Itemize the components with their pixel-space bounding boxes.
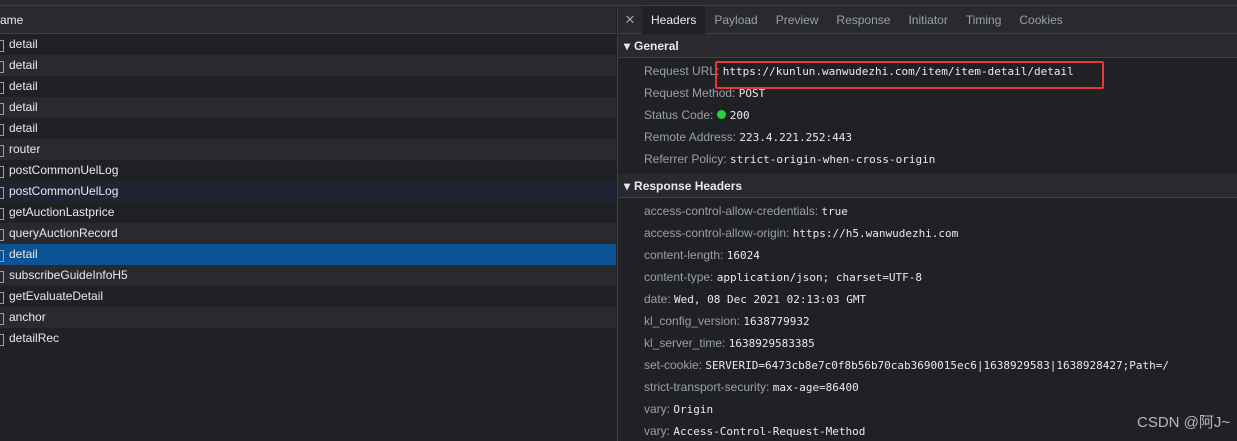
header-row: strict-transport-security: max-age=86400 [618,376,1237,398]
request-row[interactable]: anchor [0,307,616,328]
header-key: Referrer Policy: [644,152,727,166]
request-row[interactable]: detailRec [0,328,616,349]
request-row[interactable]: detail [0,76,616,97]
header-row: content-type: application/json; charset=… [618,266,1237,288]
header-key: date: [644,292,671,306]
header-value: 1638929583385 [728,337,815,350]
header-key: kl_server_time: [644,336,726,350]
header-key: content-type: [644,270,714,284]
request-row[interactable]: detail [0,55,616,76]
header-value: max-age=86400 [772,381,859,394]
header-key: set-cookie: [644,358,703,372]
header-row: content-length: 16024 [618,244,1237,266]
tab-timing[interactable]: Timing [957,6,1011,34]
request-row[interactable]: detail [0,34,616,55]
triangle-down-icon: ▾ [624,38,631,53]
request-row[interactable]: getAuctionLastprice [0,202,616,223]
tab-response[interactable]: Response [827,6,899,34]
header-key: content-length: [644,248,724,262]
tab-headers[interactable]: Headers [642,6,706,34]
response-headers-section-header[interactable]: ▾ Response Headers [618,174,1237,198]
header-row: date: Wed, 08 Dec 2021 02:13:03 GMT [618,288,1237,310]
watermark: CSDN @阿J~ [1137,414,1231,431]
header-value: SERVERID=6473cb8e7c0f8b56b70cab3690015ec… [705,359,1169,372]
tab-payload[interactable]: Payload [705,6,766,34]
status-ok-icon [716,110,726,119]
header-value: Access-Control-Request-Method [673,425,866,438]
header-key: strict-transport-security: [644,380,770,394]
header-key: Status Code: [644,108,714,122]
request-row[interactable]: postCommonUelLog [0,160,616,181]
header-row: Remote Address: 223.4.221.252:443 [618,126,1237,148]
header-row: Referrer Policy: strict-origin-when-cros… [618,148,1237,170]
request-row[interactable]: getEvaluateDetail [0,286,616,307]
header-value: strict-origin-when-cross-origin [730,153,936,166]
header-value: 16024 [726,249,760,262]
header-row: set-cookie: SERVERID=6473cb8e7c0f8b56b70… [618,354,1237,376]
close-icon[interactable]: ✕ [618,12,642,28]
tab-preview[interactable]: Preview [767,6,828,34]
header-key: access-control-allow-credentials: [644,204,819,218]
triangle-down-icon: ▾ [624,178,631,193]
header-row: access-control-allow-credentials: true [618,200,1237,222]
header-row: access-control-allow-origin: https://h5.… [618,222,1237,244]
name-column-header[interactable]: ame [0,6,616,34]
header-value: application/json; charset=UTF-8 [716,271,923,284]
request-row[interactable]: queryAuctionRecord [0,223,616,244]
tab-cookies[interactable]: Cookies [1010,6,1071,34]
header-row: kl_config_version: 1638779932 [618,310,1237,332]
header-key: vary: [644,402,671,416]
request-row[interactable]: subscribeGuideInfoH5 [0,265,616,286]
tab-initiator[interactable]: Initiator [899,6,956,34]
header-value: Origin [673,403,714,416]
header-key: Request URL: [644,64,720,78]
header-value: 223.4.221.252:443 [739,131,852,144]
header-value: 1638779932 [743,315,810,328]
request-row[interactable]: detail [0,97,616,118]
header-key: Remote Address: [644,130,737,144]
header-value: true [821,205,848,218]
header-value: Wed, 08 Dec 2021 02:13:03 GMT [674,293,867,306]
request-list: ame detail detail detail detail detail router… [0,6,616,441]
header-key: kl_config_version: [644,314,741,328]
request-url-highlight-box [715,61,1104,89]
request-row[interactable]: postCommonUelLog [0,181,616,202]
request-row[interactable]: detail [0,244,616,265]
general-section-header[interactable]: ▾ General [618,34,1237,58]
details-tabbar: ✕ Headers Payload Preview Response Initiator… [618,6,1237,34]
header-key: vary: [644,424,671,438]
header-row: kl_server_time: 1638929583385 [618,332,1237,354]
request-row[interactable]: detail [0,118,616,139]
request-row[interactable]: router [0,139,616,160]
header-key: access-control-allow-origin: [644,226,790,240]
header-value: 200 [729,109,750,122]
header-value: https://h5.wanwudezhi.com [792,227,959,240]
header-row: Status Code: 200 [618,104,1237,126]
